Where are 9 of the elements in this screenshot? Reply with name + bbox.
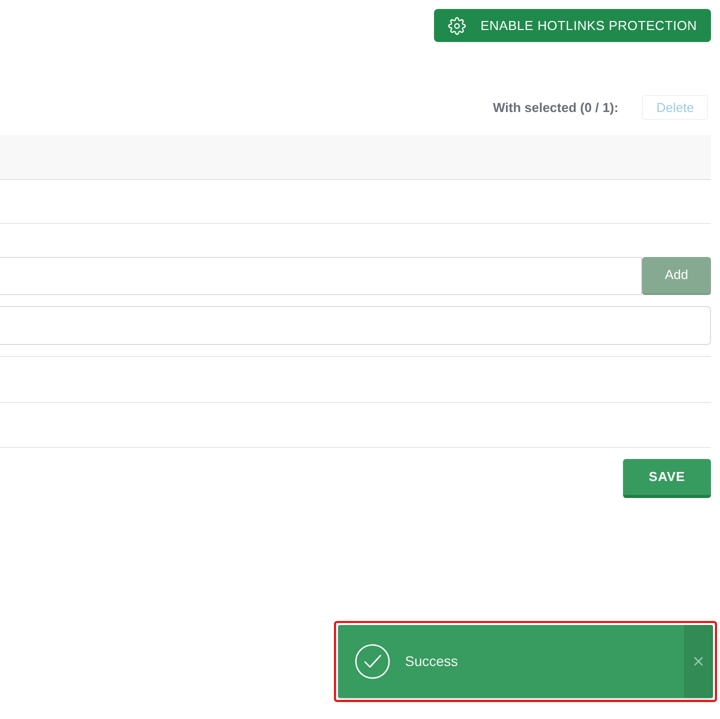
close-button[interactable]: × [684,625,713,698]
input-field[interactable] [0,257,642,295]
input-field[interactable] [0,306,711,345]
check-circle-icon [355,644,390,679]
enable-hotlinks-button[interactable]: ENABLE HOTLINKS PROTECTION [434,9,711,42]
with-selected-label: With selected (0 / 1): [492,98,618,117]
toast-message: Success [405,652,458,671]
save-button[interactable]: SAVE [623,459,711,498]
settings-icon [448,16,466,34]
